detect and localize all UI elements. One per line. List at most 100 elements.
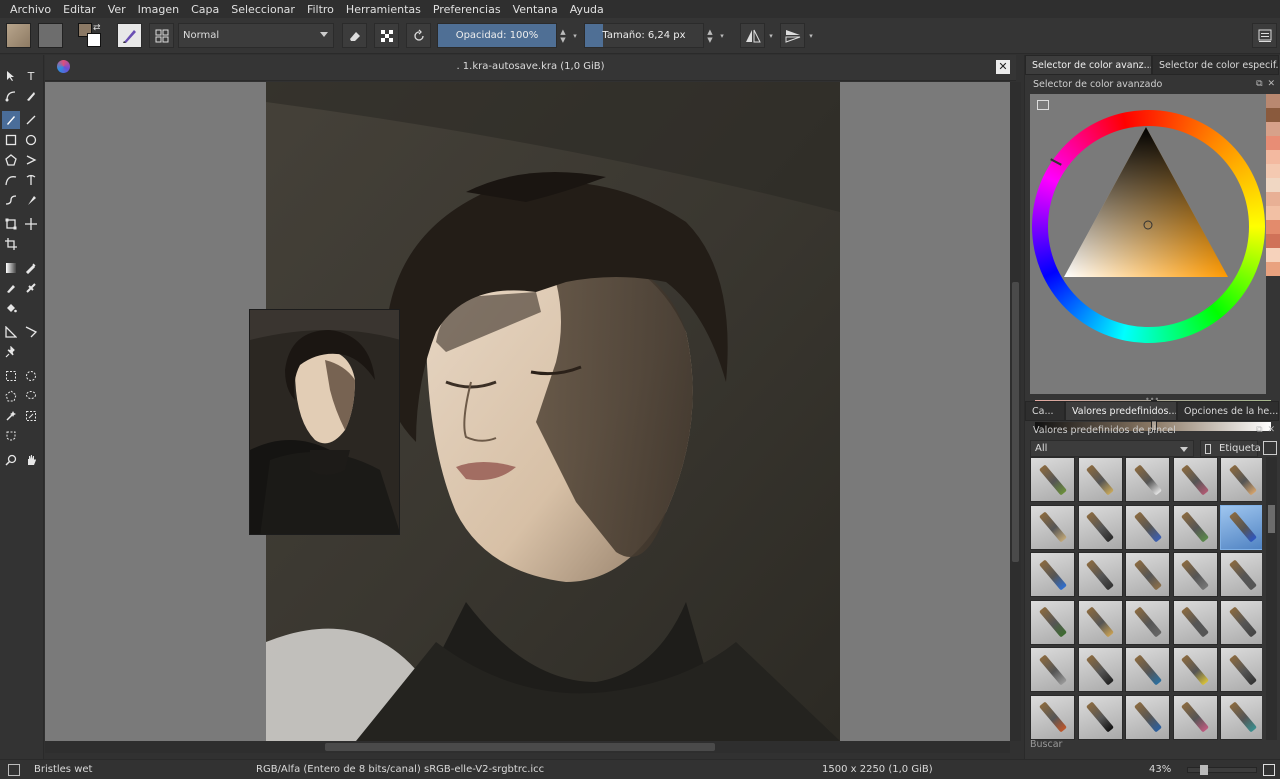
reference-image[interactable] (249, 309, 400, 535)
tag-select[interactable]: Etiqueta (1200, 440, 1261, 457)
polygon-select-tool[interactable] (2, 387, 20, 405)
tab-tool-options[interactable]: Opciones de la he... (1177, 401, 1279, 421)
pan-tool[interactable] (22, 451, 40, 469)
ellipse-tool[interactable] (22, 131, 40, 149)
preset-view-menu-icon[interactable] (1263, 441, 1277, 455)
close-document-button[interactable]: ✕ (996, 60, 1010, 74)
workspace-button[interactable] (1252, 23, 1277, 48)
calligraphy-tool[interactable] (22, 87, 40, 105)
assistant-tool[interactable] (22, 323, 40, 341)
menu-ventana[interactable]: Ventana (507, 3, 564, 16)
palette-swatch[interactable] (1266, 150, 1280, 164)
eraser-mode-button[interactable] (342, 23, 367, 48)
opacity-slider[interactable]: Opacidad: 100% (437, 23, 557, 48)
opacity-spin[interactable]: ▲ ▼ (558, 23, 568, 48)
size-menu-chevron[interactable]: ▾ (717, 23, 727, 48)
hue-marker[interactable] (1050, 158, 1062, 166)
gradient-tool[interactable] (2, 259, 20, 277)
preset-color-pencil[interactable] (1125, 552, 1170, 597)
freehand-path-tool[interactable] (22, 171, 40, 189)
similar-select-tool[interactable] (22, 407, 40, 425)
palette-swatch[interactable] (1266, 108, 1280, 122)
contiguous-select-tool[interactable] (2, 407, 20, 425)
measure-tool[interactable] (2, 323, 20, 341)
color-history-palette[interactable] (1266, 94, 1280, 279)
preset-pink-brush[interactable] (1172, 694, 1218, 740)
selection-indicator-icon[interactable] (8, 764, 20, 776)
brush-settings-button[interactable] (149, 23, 174, 48)
palette-swatch[interactable] (1266, 192, 1280, 206)
palette-swatch[interactable] (1266, 136, 1280, 150)
preset-scribble-brush[interactable] (1125, 599, 1170, 645)
preset-scrollbar[interactable] (1266, 457, 1277, 740)
preset-filter-select[interactable]: All (1030, 440, 1194, 457)
palette-swatch[interactable] (1266, 220, 1280, 234)
size-slider[interactable]: Tamaño: 6,24 px (584, 23, 704, 48)
transform-tool[interactable] (2, 215, 20, 233)
polygon-tool[interactable] (2, 151, 20, 169)
menu-herramientas[interactable]: Herramientas (340, 3, 427, 16)
select-shapes-tool[interactable] (2, 67, 20, 85)
preset-blend-brush[interactable] (1220, 457, 1262, 502)
fill-tool[interactable] (2, 299, 20, 317)
preset-eraser-brush[interactable] (1125, 457, 1170, 502)
canvas-vertical-scrollbar[interactable] (1010, 82, 1021, 741)
menu-capa[interactable]: Capa (185, 3, 225, 16)
palette-swatch[interactable] (1266, 94, 1280, 108)
menu-imagen[interactable]: Imagen (132, 3, 185, 16)
dynamic-brush-tool[interactable] (2, 191, 20, 209)
multibrush-tool[interactable] (22, 191, 40, 209)
fullscreen-icon[interactable] (1263, 764, 1275, 776)
preset-marker[interactable] (1030, 599, 1075, 645)
pattern-swatch[interactable] (38, 23, 63, 48)
preset-water-brush[interactable] (1125, 504, 1170, 550)
preset-pencil-2[interactable] (1220, 552, 1262, 597)
preset-teal-brush[interactable] (1220, 694, 1262, 740)
mirror-horizontal-button[interactable] (740, 23, 765, 48)
palette-swatch[interactable] (1266, 164, 1280, 178)
swap-colors-icon[interactable]: ⇄ (93, 23, 101, 33)
smart-patch-tool[interactable] (22, 279, 40, 297)
preset-wet-brush[interactable] (1172, 504, 1218, 550)
preset-yellow-pen[interactable] (1172, 647, 1218, 692)
preset-search-field[interactable]: Buscar (1030, 739, 1062, 750)
palette-swatch[interactable] (1266, 262, 1280, 276)
preset-fountain-pen[interactable] (1220, 647, 1262, 692)
preset-scroll-thumb[interactable] (1268, 505, 1275, 533)
preset-blender-brush[interactable] (1077, 457, 1123, 502)
saturation-value-triangle[interactable] (1064, 127, 1228, 277)
color-picker-tool[interactable] (22, 259, 40, 277)
tab-advanced-color[interactable]: Selector de color avanz... (1025, 55, 1152, 75)
preserve-alpha-button[interactable] (374, 23, 399, 48)
freehand-select-tool[interactable] (22, 387, 40, 405)
palette-swatch[interactable] (1266, 122, 1280, 136)
preset-wet-bristles-brush[interactable] (1220, 504, 1262, 550)
rect-select-tool[interactable] (2, 367, 20, 385)
fg-bg-color-selector[interactable]: ⇄ (78, 23, 102, 48)
gradient-swatch[interactable] (6, 23, 31, 48)
canvas-horizontal-scrollbar[interactable] (45, 741, 1010, 753)
preset-blue-brush[interactable] (1125, 694, 1170, 740)
tab-ca[interactable]: Ca... (1025, 401, 1065, 421)
preset-pencil[interactable] (1030, 552, 1075, 597)
menu-ayuda[interactable]: Ayuda (564, 3, 610, 16)
move-tool[interactable] (22, 215, 40, 233)
preset-sponge-brush[interactable] (1030, 504, 1075, 550)
preset-oil-brush[interactable] (1030, 457, 1075, 502)
advanced-color-selector[interactable] (1030, 94, 1271, 431)
opacity-menu-chevron[interactable]: ▾ (570, 23, 580, 48)
brush-preset-button[interactable] (117, 23, 142, 48)
preset-black-brush[interactable] (1077, 694, 1123, 740)
reload-preset-button[interactable] (406, 23, 431, 48)
preset-orange-brush[interactable] (1030, 694, 1075, 740)
tab-brush-presets[interactable]: Valores predefinidos... (1065, 401, 1177, 421)
mirror-vertical-button[interactable] (780, 23, 805, 48)
palette-swatch[interactable] (1266, 206, 1280, 220)
size-spin[interactable]: ▲ ▼ (705, 23, 715, 48)
rectangle-tool[interactable] (2, 131, 20, 149)
text-tool[interactable]: T (22, 67, 40, 85)
palette-swatch[interactable] (1266, 248, 1280, 262)
magnetic-select-tool[interactable] (2, 427, 20, 445)
preset-sketch-pencil[interactable] (1172, 552, 1218, 597)
palette-swatch[interactable] (1266, 234, 1280, 248)
